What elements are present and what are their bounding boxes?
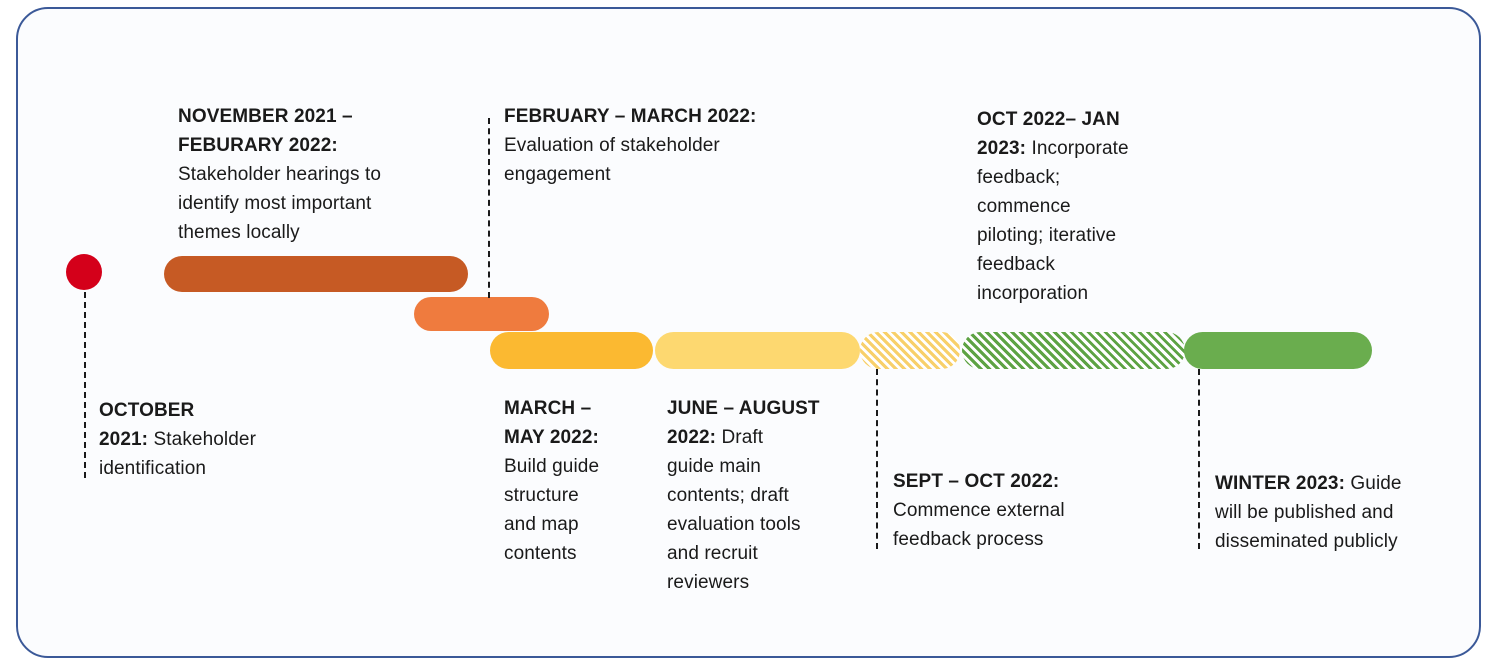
milestone-dot-oct-2021 <box>66 254 102 290</box>
label-oct-jan: OCT 2022– JAN 2023: Incorporate feedback… <box>977 109 1129 304</box>
phase-bar-feb-mar <box>414 297 549 331</box>
phase-bar-nov-feb <box>164 256 468 292</box>
phase-bar-jun-aug <box>655 332 860 369</box>
label-feb-mar: FEBRUARY – MARCH 2022: Evaluation of sta… <box>504 106 757 185</box>
connector-sep-oct <box>876 369 878 549</box>
label-nov-feb: NOVEMBER 2021 – FEBURARY 2022: Stakehold… <box>178 106 381 243</box>
label-winter-2023: WINTER 2023: Guide will be published and… <box>1215 473 1402 552</box>
connector-winter-2023 <box>1198 369 1200 549</box>
connector-oct-2021 <box>84 292 86 478</box>
label-mar-may: MARCH – MAY 2022: Build guide structure … <box>504 398 600 564</box>
phase-bar-mar-may <box>490 332 653 369</box>
phase-bar-sep-oct <box>860 332 960 369</box>
connector-feb-mar <box>488 118 490 298</box>
phase-bar-oct-jan <box>962 332 1185 369</box>
label-oct-2021: OCTOBER 2021: Stakeholder identification <box>99 400 257 479</box>
label-jun-aug: JUNE – AUGUST 2022: Draft guide main con… <box>667 398 820 593</box>
label-sep-oct: SEPT – OCT 2022: Commence external feedb… <box>893 471 1065 550</box>
phase-bar-winter-2023 <box>1184 332 1372 369</box>
